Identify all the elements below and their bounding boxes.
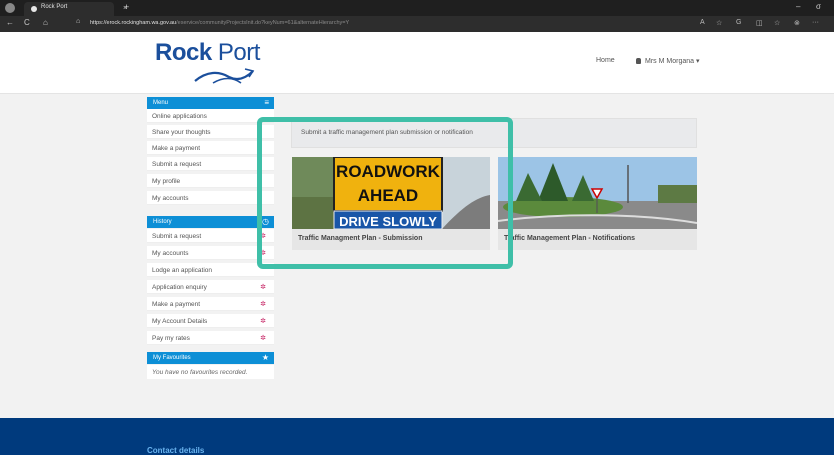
history-item-lodge-application[interactable]: Lodge an application	[147, 263, 274, 277]
roundabout-photo	[498, 157, 697, 229]
person-icon	[636, 58, 641, 64]
minimize-icon[interactable]: –	[796, 2, 800, 11]
sidebar-item-my-accounts[interactable]: My accounts	[147, 191, 274, 205]
logo-text: Rock Port	[155, 39, 260, 67]
home-icon[interactable]: ⌂	[43, 18, 48, 27]
history-item-label: Application enquiry	[152, 284, 207, 291]
history-item-label: My Account Details	[152, 318, 208, 325]
logo-wave-icon	[194, 68, 255, 84]
url-domain: https://erock.rockingham.wa.gov.au	[90, 20, 177, 26]
history-item-submit-request[interactable]: Submit a request ✲	[147, 229, 274, 243]
split-screen-icon[interactable]: ◫	[756, 19, 763, 27]
menu-panel-header: Menu ≡	[147, 97, 274, 109]
site-footer: Contact details	[0, 418, 834, 455]
rock-port-logo[interactable]: Rock Port	[155, 39, 265, 89]
nav-home-link[interactable]: Home	[596, 57, 615, 64]
sidebar-item-label: Submit a request	[152, 161, 202, 168]
url-field[interactable]: https://erock.rockingham.wa.gov.au/eserv…	[90, 20, 349, 26]
history-item-label: My accounts	[152, 250, 189, 257]
roundabout-image	[498, 157, 697, 229]
history-item-pay-rates[interactable]: Pay my rates ✲	[147, 331, 274, 345]
contact-details-title: Contact details	[147, 446, 205, 455]
more-menu-icon[interactable]: ···	[812, 19, 819, 26]
history-item-account-details[interactable]: My Account Details ✲	[147, 314, 274, 328]
logo-light: Port	[211, 39, 261, 66]
tab-title: Rock Port	[41, 4, 68, 10]
history-item-label: Make a payment	[152, 301, 201, 308]
read-aloud-icon[interactable]: A	[700, 19, 705, 26]
card-label: Traffic Management Plan - Notifications	[504, 235, 636, 242]
star-icon[interactable]: ✲	[260, 317, 266, 325]
maximize-icon[interactable]: σ	[816, 2, 821, 11]
sidebar-item-label: My profile	[152, 178, 181, 185]
sidebar-item-label: My accounts	[152, 195, 189, 202]
url-path: /eservice/communityProjectsInit.do?keyNu…	[176, 20, 350, 26]
sidebar-item-share-thoughts[interactable]: Share your thoughts	[147, 125, 274, 139]
sidebar-item-label: Share your thoughts	[152, 129, 211, 136]
sidebar-item-make-payment[interactable]: Make a payment	[147, 141, 274, 155]
star-icon[interactable]: ✲	[260, 300, 266, 308]
extension-2-icon[interactable]: ⊗	[794, 19, 800, 27]
card-tmp-notifications[interactable]: Traffic Management Plan - Notifications	[498, 157, 697, 250]
sidebar-item-my-profile[interactable]: My profile	[147, 174, 274, 188]
history-panel-header: History ◷	[147, 216, 274, 228]
new-tab-icon[interactable]: +	[124, 2, 129, 12]
sidebar-item-submit-request[interactable]: Submit a request	[147, 157, 274, 171]
browser-tab[interactable]: Rock Port ×	[24, 2, 127, 16]
star-icon[interactable]: ✲	[260, 334, 266, 342]
reload-icon[interactable]: C	[24, 18, 30, 27]
history-item-label: Pay my rates	[152, 335, 190, 342]
lock-icon[interactable]: ⌂	[76, 18, 80, 25]
history-item-application-enquiry[interactable]: Application enquiry ✲	[147, 280, 274, 294]
star-icon: ★	[261, 353, 269, 362]
extension-icon[interactable]: G	[736, 19, 741, 26]
favourites-empty-text: You have no favourites recorded.	[147, 365, 274, 379]
profile-avatar[interactable]	[5, 3, 15, 13]
logo-bold: Rock	[155, 39, 212, 66]
favourites-panel-header: My Favourites ★	[147, 352, 274, 364]
star-icon[interactable]: ✲	[260, 283, 266, 291]
history-item-make-payment[interactable]: Make a payment ✲	[147, 297, 274, 311]
history-item-label: Submit a request	[152, 233, 202, 240]
chevron-down-icon: ▾	[695, 58, 700, 65]
user-menu[interactable]: Mrs M Morgana ▾	[636, 57, 699, 65]
sidebar-item-label: Make a payment	[152, 145, 201, 152]
browser-addressbar: ← C ⌂ ⌂ https://erock.rockingham.wa.gov.…	[0, 16, 834, 32]
site-header: Rock Port Home Mrs M Morgana ▾	[0, 32, 834, 94]
history-item-my-accounts[interactable]: My accounts ✲	[147, 246, 274, 260]
favorites-icon[interactable]: ☆	[774, 19, 780, 27]
menu-title: Menu	[153, 100, 169, 106]
history-item-label: Lodge an application	[152, 267, 212, 274]
favourites-title: My Favourites	[153, 355, 191, 361]
user-name: Mrs M Morgana	[645, 58, 695, 65]
sidebar-item-label: Online applications	[152, 113, 207, 120]
sidebar-item-online-applications[interactable]: Online applications	[147, 109, 274, 123]
highlight-box	[257, 117, 513, 269]
favorite-star-icon[interactable]: ☆	[716, 19, 722, 27]
tab-favicon-icon	[31, 6, 37, 12]
browser-tabbar: Rock Port × + – σ	[0, 0, 834, 16]
hamburger-icon[interactable]: ≡	[264, 98, 269, 107]
history-title: History	[153, 219, 172, 225]
back-icon[interactable]: ←	[6, 18, 14, 27]
